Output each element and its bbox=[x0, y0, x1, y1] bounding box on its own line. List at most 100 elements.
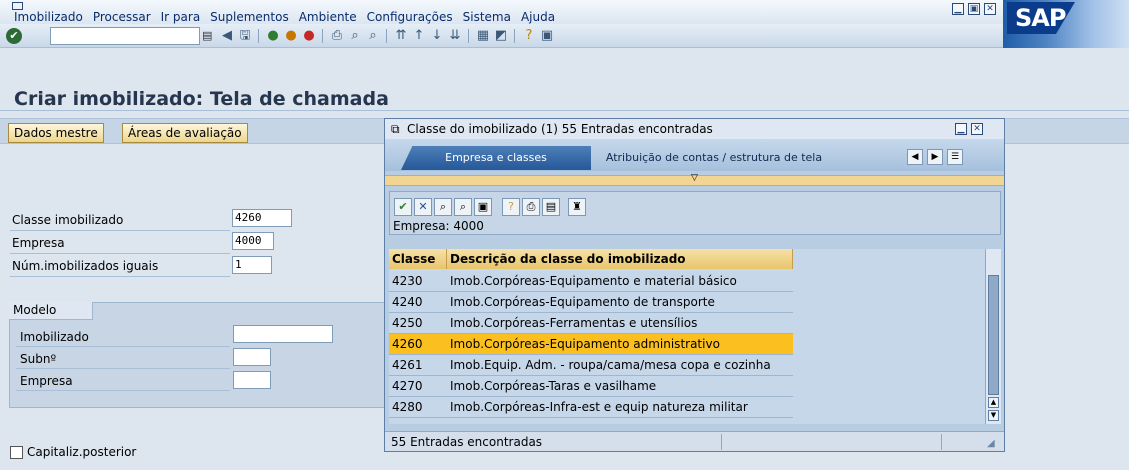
shortcut-icon[interactable]: ◩ bbox=[492, 27, 510, 45]
row-divider bbox=[16, 390, 230, 391]
menu-items: Imobilizado Processar Ir para Suplemento… bbox=[14, 10, 555, 24]
capitaliz-posterior-label: Capitaliz.posterior bbox=[27, 445, 137, 459]
cell-classe[interactable]: 4230 bbox=[389, 271, 447, 292]
title-divider bbox=[0, 110, 1129, 111]
close-icon[interactable]: ✕ bbox=[984, 3, 996, 15]
capitaliz-posterior-checkbox[interactable] bbox=[10, 446, 23, 459]
popup-title-text: Classe do imobilizado (1) 55 Entradas en… bbox=[407, 122, 713, 136]
menu-processar[interactable]: Processar bbox=[93, 10, 151, 24]
cancel-icon[interactable]: ● bbox=[300, 27, 318, 45]
tab-scroll-left-icon[interactable]: ◀ bbox=[907, 149, 923, 165]
scroll-up-icon[interactable]: ▲ bbox=[988, 397, 999, 408]
resize-grip-icon[interactable]: ◢ bbox=[987, 434, 995, 454]
cancel-icon[interactable]: ✕ bbox=[414, 198, 432, 216]
modelo-group-title: Modelo bbox=[9, 302, 93, 320]
confirm-icon[interactable]: ✔ bbox=[394, 198, 412, 216]
help-icon[interactable]: ? bbox=[520, 27, 538, 45]
tab-atribuicao-contas[interactable]: Atribuição de contas / estrutura de tela bbox=[599, 146, 829, 170]
print-icon[interactable]: ⎙ bbox=[328, 27, 346, 45]
enter-icon[interactable]: ✔ bbox=[6, 28, 22, 44]
back-arrow-icon[interactable]: ◀ bbox=[218, 27, 236, 45]
next-page-icon[interactable]: ↓ bbox=[428, 27, 446, 45]
cell-descricao[interactable]: Imob.Corpóreas-Equipamento e material bá… bbox=[447, 271, 793, 292]
select-icon[interactable]: ▣ bbox=[474, 198, 492, 216]
classe-imobilizado-field[interactable]: 4260 bbox=[232, 209, 292, 227]
command-dropdown-icon[interactable]: ▤ bbox=[202, 29, 212, 42]
cell-descricao[interactable]: Imob.Corpóreas-Taras e vasilhame bbox=[447, 376, 793, 397]
tab-scroll-right-icon[interactable]: ▶ bbox=[927, 149, 943, 165]
menu-ir-para[interactable]: Ir para bbox=[161, 10, 201, 24]
last-page-icon[interactable]: ⇊ bbox=[446, 27, 464, 45]
command-field[interactable] bbox=[50, 27, 200, 45]
empresa-field[interactable]: 4000 bbox=[232, 232, 274, 250]
menu-ajuda[interactable]: Ajuda bbox=[521, 10, 555, 24]
subn-label: Subnº bbox=[20, 352, 57, 366]
row-divider bbox=[10, 276, 230, 277]
menu-sistema[interactable]: Sistema bbox=[463, 10, 511, 24]
cell-classe[interactable]: 4270 bbox=[389, 376, 447, 397]
tab-empresa-classes[interactable]: Empresa e classes bbox=[401, 146, 591, 170]
minimize-icon[interactable]: ▁ bbox=[952, 3, 964, 15]
menu-configuracoes[interactable]: Configurações bbox=[367, 10, 453, 24]
create-session-icon[interactable]: ▦ bbox=[474, 27, 492, 45]
back-icon[interactable]: ● bbox=[264, 27, 282, 45]
row-divider bbox=[16, 368, 230, 369]
status-divider bbox=[721, 434, 722, 450]
window-menu-icon[interactable] bbox=[12, 2, 23, 10]
cell-descricao[interactable]: Imob.Corpóreas-Ferramentas e utensílios bbox=[447, 313, 793, 334]
find-icon[interactable]: ⌕ bbox=[346, 27, 364, 45]
find-next-icon[interactable]: ⌕ bbox=[454, 198, 472, 216]
cell-classe[interactable]: 4240 bbox=[389, 292, 447, 313]
row-divider bbox=[10, 253, 230, 254]
find-next-icon[interactable]: ⌕ bbox=[364, 27, 382, 45]
previous-page-icon[interactable]: ↑ bbox=[410, 27, 428, 45]
modelo-empresa-field[interactable] bbox=[233, 371, 271, 389]
maximize-icon[interactable]: ▣ bbox=[968, 3, 980, 15]
cell-descricao[interactable]: Imob.Corpóreas-Infra-est e equip naturez… bbox=[447, 397, 793, 418]
menu-suplementos[interactable]: Suplementos bbox=[210, 10, 289, 24]
menu-ambiente[interactable]: Ambiente bbox=[299, 10, 357, 24]
cell-classe-selected[interactable]: 4260 bbox=[389, 334, 447, 355]
vertical-scrollbar[interactable]: ▲ ▼ bbox=[985, 249, 1001, 424]
popup-title: ⧉ Classe do imobilizado (1) 55 Entradas … bbox=[385, 119, 1004, 139]
settings-icon[interactable]: ▤ bbox=[542, 198, 560, 216]
cell-classe[interactable]: 4261 bbox=[389, 355, 447, 376]
column-header-descricao[interactable]: Descrição da classe do imobilizado bbox=[447, 249, 793, 269]
info-icon[interactable]: ? bbox=[502, 198, 520, 216]
num-imobilizados-field[interactable]: 1 bbox=[232, 256, 272, 274]
find-icon[interactable]: ⌕ bbox=[434, 198, 452, 216]
popup-window-icon[interactable]: ⧉ bbox=[391, 119, 400, 139]
toolbar-separator bbox=[386, 29, 387, 43]
cell-descricao-selected[interactable]: Imob.Corpóreas-Equipamento administrativ… bbox=[447, 334, 793, 355]
cell-classe[interactable]: 4250 bbox=[389, 313, 447, 334]
exit-icon[interactable]: ● bbox=[282, 27, 300, 45]
standard-toolbar: ✔ ▤ ◀ 🖫 ● ● ● ⎙ ⌕ ⌕ ⇈ ↑ ↓ ⇊ ▦ ◩ ? ▣ bbox=[0, 24, 1003, 48]
tab-list-icon[interactable]: ☰ bbox=[947, 149, 963, 165]
cell-descricao[interactable]: Imob.Equip. Adm. - roupa/cama/mesa copa … bbox=[447, 355, 793, 376]
restrictions-collapse-bar[interactable]: ▽ bbox=[385, 173, 1004, 186]
scroll-down-icon[interactable]: ▼ bbox=[988, 410, 999, 421]
layout-icon[interactable]: ▣ bbox=[538, 27, 556, 45]
first-page-icon[interactable]: ⇈ bbox=[392, 27, 410, 45]
imobilizado-label: Imobilizado bbox=[20, 330, 89, 344]
expand-restrictions-icon[interactable]: ▽ bbox=[691, 173, 698, 183]
page-title: Criar imobilizado: Tela de chamada bbox=[14, 88, 389, 110]
column-header-classe[interactable]: Classe bbox=[389, 249, 447, 269]
cell-descricao[interactable]: Imob.Corpóreas-Equipamento de transporte bbox=[447, 292, 793, 313]
sap-logo-text: SAP bbox=[1015, 4, 1066, 32]
scrollbar-thumb[interactable] bbox=[988, 275, 999, 395]
empresa-info: Empresa: 4000 bbox=[393, 219, 484, 233]
menu-imobilizado[interactable]: Imobilizado bbox=[14, 10, 83, 24]
save-icon[interactable]: 🖫 bbox=[236, 27, 254, 45]
popup-close-icon[interactable]: ✕ bbox=[971, 123, 983, 135]
subn-field[interactable] bbox=[233, 348, 271, 366]
imobilizado-field[interactable] bbox=[233, 325, 333, 343]
toolbar-separator bbox=[514, 29, 515, 43]
dados-mestre-button[interactable]: Dados mestre bbox=[8, 123, 104, 143]
popup-minimize-icon[interactable]: ▁ bbox=[955, 123, 967, 135]
personal-list-icon[interactable]: ♜ bbox=[568, 198, 586, 216]
print-icon[interactable]: ⎙ bbox=[522, 198, 540, 216]
sap-logo: SAP bbox=[1003, 0, 1129, 48]
cell-classe[interactable]: 4280 bbox=[389, 397, 447, 418]
areas-avaliacao-button[interactable]: Áreas de avaliação bbox=[122, 123, 248, 143]
